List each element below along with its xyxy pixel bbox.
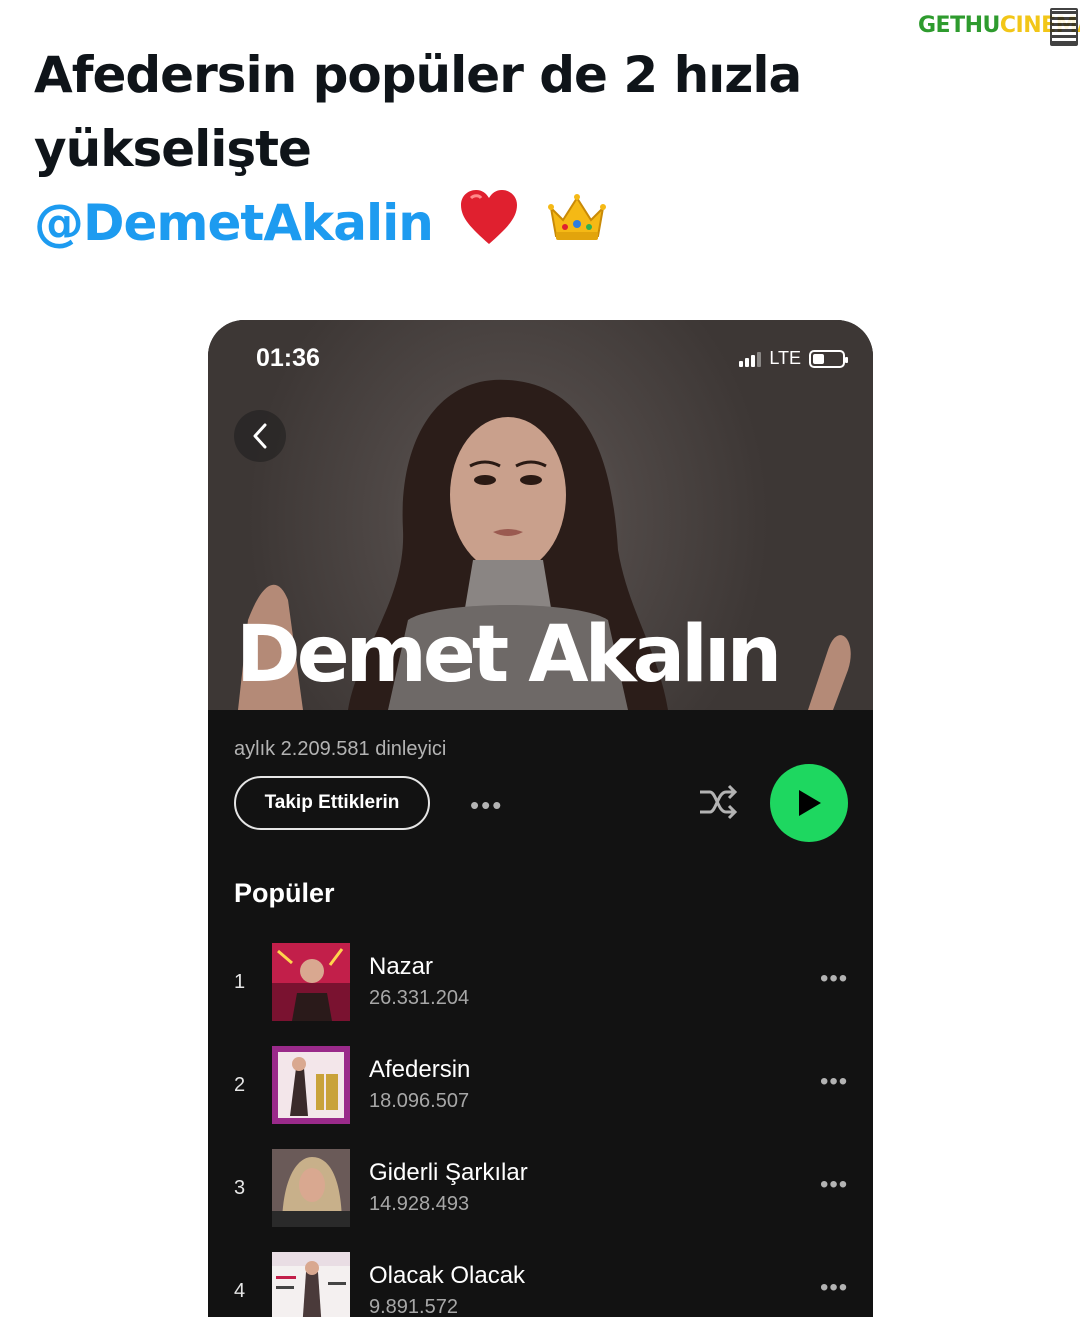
track-number: 2 bbox=[234, 1074, 246, 1096]
crown-icon bbox=[546, 190, 608, 264]
watermark-logo: GETHUCINEMA bbox=[918, 6, 1080, 46]
track-more-button[interactable]: ••• bbox=[820, 965, 848, 993]
artist-name: Demet Akalın bbox=[236, 610, 782, 700]
track-row[interactable]: 3 Giderli Şarkılar 14.928.493 ••• bbox=[208, 1149, 873, 1229]
red-heart-icon bbox=[459, 188, 519, 266]
shuffle-icon[interactable] bbox=[696, 782, 740, 822]
track-more-button[interactable]: ••• bbox=[820, 1068, 848, 1096]
album-cover bbox=[272, 1252, 350, 1317]
album-cover bbox=[272, 1046, 350, 1124]
status-time: 01:36 bbox=[256, 344, 320, 372]
track-title: Giderli Şarkılar bbox=[369, 1159, 528, 1186]
track-more-button[interactable]: ••• bbox=[820, 1171, 848, 1199]
album-cover bbox=[272, 1149, 350, 1227]
tweet-text: Afedersin popüler de 2 hızla yükselişte … bbox=[34, 38, 834, 266]
track-number: 1 bbox=[234, 971, 246, 993]
track-row[interactable]: 4 Olacak Olacak 9.891.572 ••• bbox=[208, 1252, 873, 1317]
chevron-left-icon bbox=[253, 423, 267, 449]
track-title: Nazar bbox=[369, 953, 434, 980]
track-more-button[interactable]: ••• bbox=[820, 1274, 848, 1302]
track-plays: 9.891.572 bbox=[369, 1296, 458, 1317]
track-number: 4 bbox=[234, 1280, 246, 1302]
play-button[interactable] bbox=[770, 764, 848, 842]
status-indicators: LTE bbox=[739, 348, 848, 369]
follow-button[interactable]: Takip Ettiklerin bbox=[234, 776, 430, 830]
watermark-part1: GETHU bbox=[918, 13, 1000, 38]
battery-icon bbox=[809, 349, 848, 368]
tweet-line-1: Afedersin popüler de 2 hızla bbox=[34, 46, 802, 104]
tweet-line-3: @DemetAkalin bbox=[34, 186, 834, 266]
more-options-button[interactable]: ••• bbox=[470, 790, 503, 821]
artist-header: 01:36 LTE Demet Akalın bbox=[208, 320, 873, 710]
tweet-line-2: yükselişte bbox=[34, 120, 312, 178]
track-row[interactable]: 1 Nazar 26.331.204 ••• bbox=[208, 943, 873, 1023]
network-label: LTE bbox=[769, 348, 801, 368]
track-plays: 26.331.204 bbox=[369, 987, 470, 1009]
play-icon bbox=[799, 790, 821, 816]
spotify-screenshot: 01:36 LTE Demet Akalın aylık 2.209.581 d… bbox=[208, 320, 873, 1317]
monthly-listeners: aylık 2.209.581 dinleyici bbox=[234, 738, 447, 760]
track-plays: 18.096.507 bbox=[369, 1090, 470, 1112]
mention-link[interactable]: @DemetAkalin bbox=[34, 194, 434, 252]
track-number: 3 bbox=[234, 1177, 246, 1199]
film-icon bbox=[1050, 8, 1078, 46]
track-row[interactable]: 2 Afedersin 18.096.507 ••• bbox=[208, 1046, 873, 1126]
back-button[interactable] bbox=[234, 410, 286, 462]
track-title: Afedersin bbox=[369, 1056, 471, 1083]
album-cover bbox=[272, 943, 350, 1021]
track-plays: 14.928.493 bbox=[369, 1193, 470, 1215]
track-title: Olacak Olacak bbox=[369, 1262, 526, 1289]
signal-icon bbox=[739, 351, 762, 367]
popular-section-title: Popüler bbox=[234, 878, 335, 908]
